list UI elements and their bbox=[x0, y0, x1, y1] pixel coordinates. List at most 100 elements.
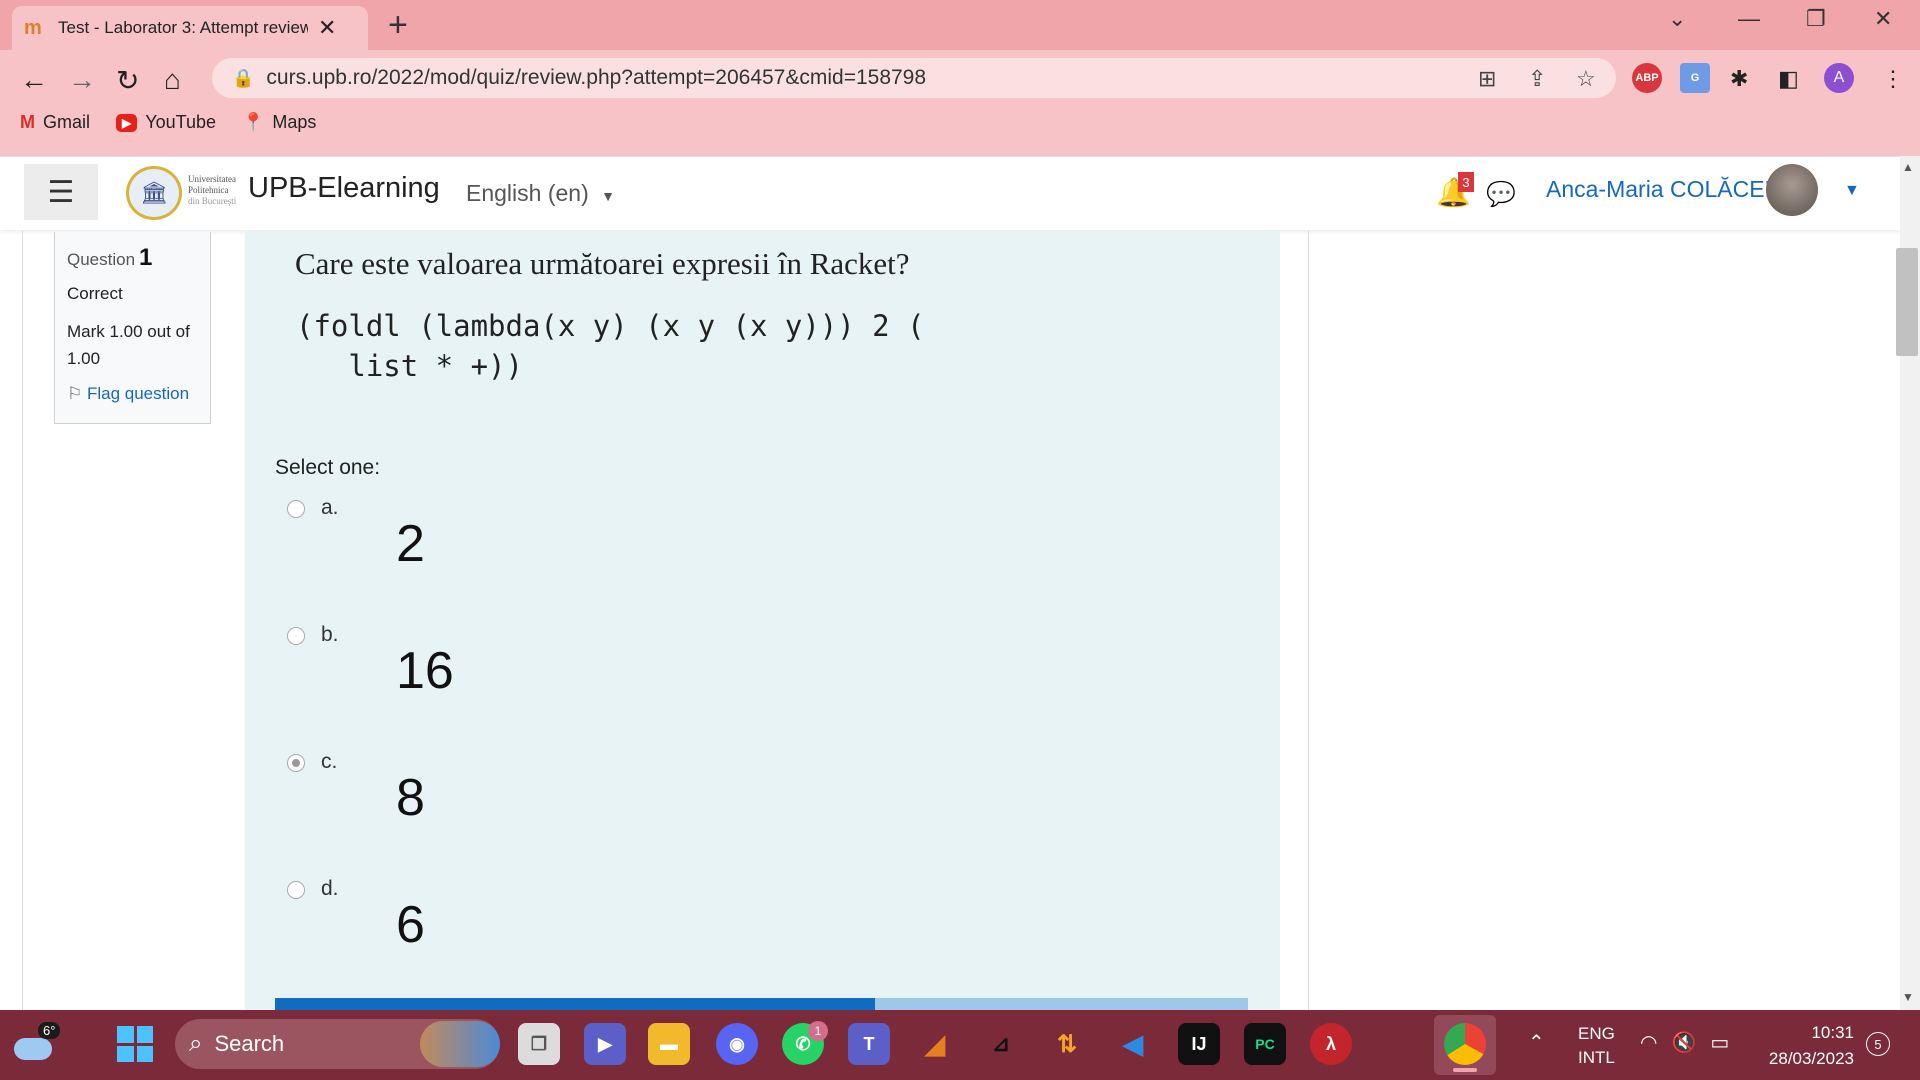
google-translate-extension-icon[interactable]: G bbox=[1680, 63, 1710, 93]
active-app-indicator bbox=[1453, 1068, 1477, 1072]
wifi-icon: ◠ bbox=[1640, 1032, 1658, 1054]
volume-muted-icon: 🔇 bbox=[1671, 1032, 1697, 1054]
language-label: English (en) bbox=[466, 180, 589, 206]
question-number-value: 1 bbox=[139, 244, 153, 271]
tab-search-icon[interactable]: ⌄ bbox=[1668, 6, 1686, 32]
answer-option-a[interactable]: a. 2 bbox=[287, 496, 425, 573]
user-menu-name[interactable]: Anca-Maria COLĂCEL bbox=[1546, 176, 1777, 203]
bookmark-gmail[interactable]: M Gmail bbox=[20, 112, 90, 133]
scroll-up-arrow-icon[interactable]: ▲ bbox=[1902, 160, 1914, 174]
question-info-panel: Question 1 Correct Mark 1.00 out of 1.00 … bbox=[54, 232, 211, 424]
teams-meet-icon[interactable]: ▶ bbox=[584, 1023, 626, 1065]
bookmark-maps[interactable]: 📍 Maps bbox=[242, 112, 316, 133]
option-value: 8 bbox=[396, 769, 425, 827]
column-divider bbox=[22, 230, 23, 1010]
scrollbar-thumb[interactable] bbox=[1896, 248, 1918, 356]
option-letter: c. bbox=[321, 750, 338, 773]
logo-text-line: Politehnica bbox=[188, 185, 229, 195]
input-language-indicator[interactable]: ENG INTL bbox=[1578, 1022, 1615, 1070]
matlab-icon[interactable]: ◢ bbox=[914, 1023, 956, 1065]
system-tray[interactable]: ◠ 🔇 ▭ bbox=[1640, 1030, 1729, 1055]
restore-button[interactable]: ❐ bbox=[1806, 6, 1826, 32]
user-avatar[interactable] bbox=[1766, 164, 1818, 216]
new-tab-button[interactable]: + bbox=[388, 8, 408, 42]
logo-text-line: din București bbox=[188, 196, 237, 206]
scroll-down-arrow-icon[interactable]: ▼ bbox=[1902, 990, 1914, 1004]
url-text: curs.upb.ro/2022/mod/quiz/review.php?att… bbox=[266, 66, 927, 89]
option-value: 6 bbox=[396, 896, 425, 954]
bookmark-youtube[interactable]: ▶ YouTube bbox=[116, 112, 216, 133]
university-logo[interactable]: 🏛 bbox=[126, 166, 182, 220]
battery-icon: ▭ bbox=[1710, 1032, 1730, 1054]
profile-avatar[interactable]: A bbox=[1824, 63, 1854, 93]
messages-chat-icon[interactable]: 💬 bbox=[1486, 180, 1516, 209]
question-label: Question bbox=[67, 250, 136, 269]
answer-option-c[interactable]: c. 8 bbox=[287, 750, 425, 827]
browser-tab[interactable]: m Test - Laborator 3: Attempt review ✕ bbox=[12, 6, 368, 50]
git-tool-icon[interactable]: ⇅ bbox=[1046, 1023, 1088, 1065]
chrome-menu-icon[interactable]: ⋮ bbox=[1882, 66, 1904, 92]
microsoft-teams-icon[interactable]: T bbox=[848, 1023, 890, 1065]
reload-button[interactable]: ↻ bbox=[116, 64, 139, 97]
extensions-puzzle-icon[interactable]: ✱ bbox=[1730, 66, 1748, 92]
language-menu[interactable]: English (en) ▼ bbox=[466, 180, 615, 207]
weather-widget[interactable]: 6° bbox=[14, 1022, 61, 1066]
flag-question-label: Flag question bbox=[86, 384, 190, 403]
forward-button[interactable]: → bbox=[68, 64, 96, 96]
translate-icon[interactable]: ⊞ bbox=[1478, 66, 1496, 92]
racket-icon[interactable]: λ bbox=[1310, 1023, 1352, 1065]
flag-question-link[interactable]: ⚐ Flag question bbox=[67, 384, 198, 404]
radio-button-selected[interactable] bbox=[287, 754, 305, 772]
whatsapp-badge: 1 bbox=[808, 1021, 828, 1041]
radio-button[interactable] bbox=[287, 627, 305, 645]
option-letter: a. bbox=[321, 496, 339, 519]
taskbar-clock[interactable]: 10:31 28/03/2023 bbox=[1756, 1020, 1854, 1072]
question-grade: Mark 1.00 out of 1.00 bbox=[67, 322, 190, 368]
site-name[interactable]: UPB-Elearning bbox=[248, 172, 440, 205]
close-tab-icon[interactable]: ✕ bbox=[318, 15, 336, 41]
intellij-idea-icon[interactable]: IJ bbox=[1178, 1023, 1220, 1065]
feedback-bar bbox=[275, 998, 875, 1010]
discord-icon[interactable]: ◉ bbox=[716, 1023, 758, 1065]
windows-start-icon[interactable] bbox=[117, 1026, 153, 1062]
logisim-icon[interactable]: ⊿ bbox=[980, 1023, 1022, 1065]
code-line: list * +)) bbox=[296, 349, 523, 383]
taskbar-search[interactable]: ⌕ Search bbox=[175, 1019, 500, 1069]
weather-temperature: 6° bbox=[38, 1022, 61, 1039]
address-bar[interactable]: 🔒 curs.upb.ro/2022/mod/quiz/review.php?a… bbox=[212, 58, 1616, 98]
caret-down-icon[interactable]: ▼ bbox=[1844, 182, 1860, 200]
answer-option-d[interactable]: d. 6 bbox=[287, 877, 425, 954]
language-line: INTL bbox=[1578, 1048, 1615, 1067]
bookmark-label: Maps bbox=[272, 112, 317, 132]
bookmark-label: Gmail bbox=[43, 112, 91, 132]
logo-text-line: Universitatea bbox=[188, 174, 236, 184]
notification-center-badge[interactable]: 5 bbox=[1866, 1032, 1890, 1056]
pycharm-icon[interactable]: PC bbox=[1244, 1023, 1286, 1065]
close-window-button[interactable]: ✕ bbox=[1874, 6, 1892, 32]
bookmark-star-icon[interactable]: ☆ bbox=[1576, 66, 1596, 92]
home-button[interactable]: ⌂ bbox=[164, 64, 181, 96]
gmail-icon: M bbox=[20, 112, 35, 132]
logo-text: Universitatea Politehnica din București bbox=[188, 174, 236, 207]
file-explorer-icon[interactable]: ▬ bbox=[648, 1023, 690, 1065]
share-icon[interactable]: ⇪ bbox=[1528, 66, 1546, 92]
flag-icon: ⚐ bbox=[67, 384, 83, 403]
side-panel-icon[interactable]: ◧ bbox=[1778, 66, 1799, 92]
language-line: ENG bbox=[1578, 1024, 1615, 1043]
task-view-icon[interactable]: ❐ bbox=[518, 1023, 560, 1065]
show-hidden-icons-icon[interactable]: ⌃ bbox=[1528, 1030, 1545, 1055]
nav-drawer-toggle-button[interactable]: ☰ bbox=[24, 164, 98, 220]
question-text: Care este valoarea următoarei expresii î… bbox=[295, 246, 910, 281]
youtube-icon: ▶ bbox=[116, 113, 138, 132]
back-button[interactable]: ← bbox=[20, 64, 48, 96]
vscode-icon[interactable]: ◀ bbox=[1112, 1023, 1154, 1065]
cloud-icon bbox=[14, 1038, 52, 1060]
radio-button[interactable] bbox=[287, 500, 305, 518]
feedback-bar-secondary bbox=[875, 998, 1248, 1010]
minimize-button[interactable]: — bbox=[1738, 6, 1760, 32]
adblock-extension-icon[interactable]: ABP bbox=[1632, 63, 1662, 93]
tab-title: Test - Laborator 3: Attempt review bbox=[58, 18, 308, 37]
radio-button[interactable] bbox=[287, 881, 305, 899]
answer-option-b[interactable]: b. 16 bbox=[287, 623, 454, 700]
chrome-icon[interactable] bbox=[1444, 1023, 1486, 1065]
